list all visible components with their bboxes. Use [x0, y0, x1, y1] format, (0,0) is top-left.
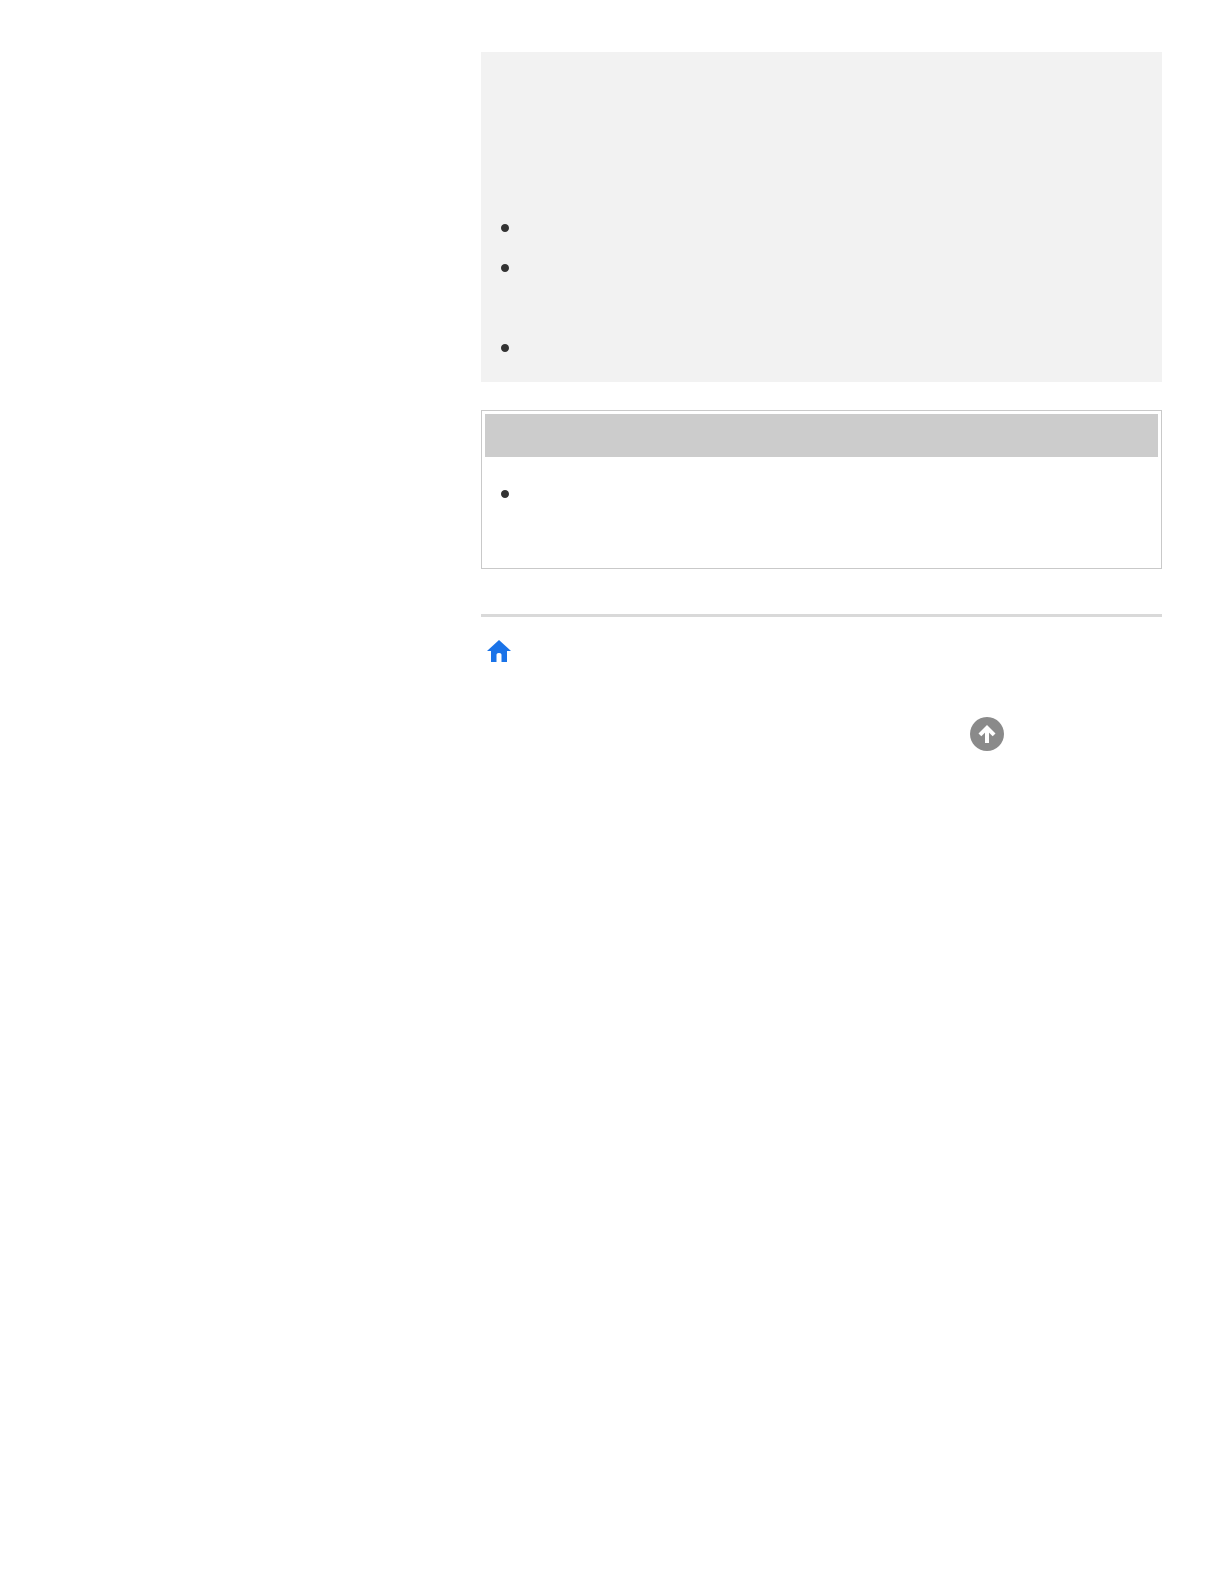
footer-divider: [481, 614, 1162, 617]
home-icon: [487, 640, 511, 662]
arrow-up-circle-icon: [978, 725, 996, 743]
info-panel: [481, 52, 1162, 382]
bullet-icon: [501, 224, 509, 232]
note-box: [481, 410, 1162, 569]
bullet-icon: [501, 344, 509, 352]
main-content: [481, 52, 1162, 751]
bullet-icon: [501, 490, 509, 498]
home-link[interactable]: [485, 637, 513, 665]
note-header: [485, 414, 1158, 457]
back-to-top-button[interactable]: [970, 717, 1004, 751]
bullet-icon: [501, 264, 509, 272]
